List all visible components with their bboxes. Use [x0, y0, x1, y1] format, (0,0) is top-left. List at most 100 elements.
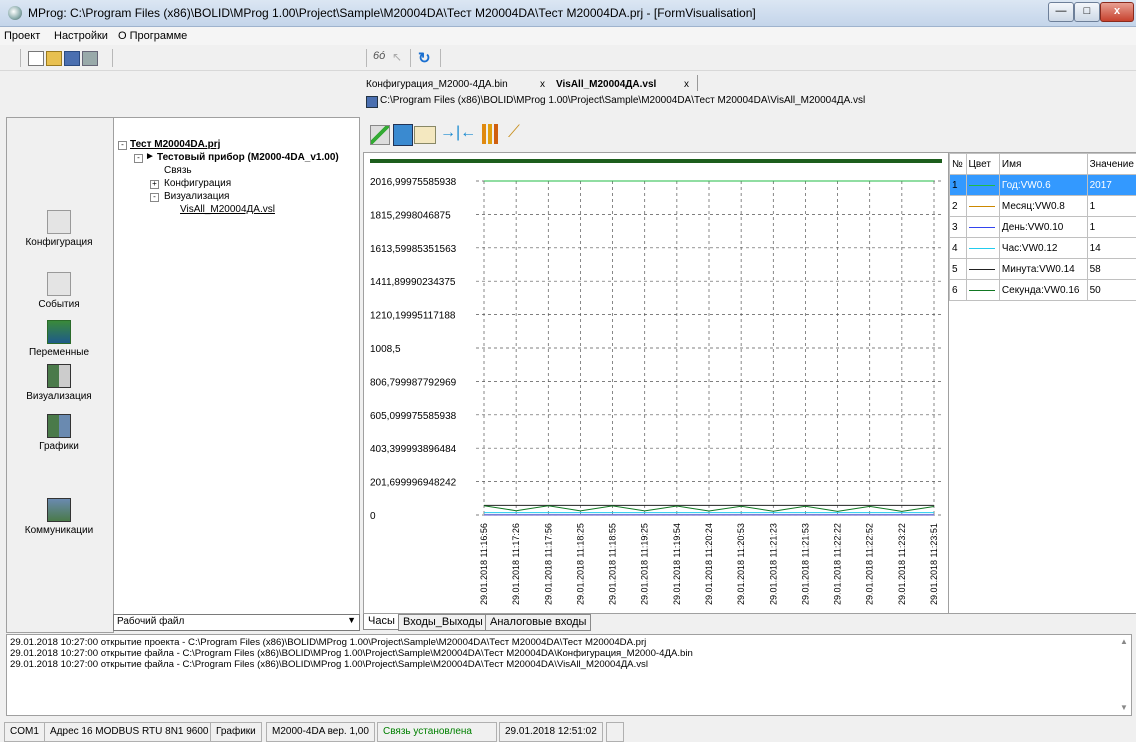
open-folder-icon[interactable]	[46, 51, 62, 66]
legend-body: 1 Год:VW0.6 2017 2 Месяц:VW0.8 1 3 День:VW0.10 1…	[949, 174, 1136, 301]
nav-communications[interactable]: Коммуникации	[6, 498, 112, 536]
menu-about[interactable]: О Программе	[118, 30, 187, 42]
legend-header: Цвет	[965, 153, 1000, 175]
log-line: 29.01.2018 10:27:00 открытие файла - C:\…	[10, 648, 693, 659]
legend-color-swatch	[965, 216, 1000, 238]
tree-expand-icon[interactable]: -	[150, 193, 159, 202]
nav-label: Конфигурация	[25, 237, 93, 248]
chart-panel: 2016,99975585938 1815,2998046875 1613,5998…	[363, 152, 950, 614]
broom-icon[interactable]: ⟋	[508, 122, 520, 142]
new-file-icon[interactable]	[28, 51, 44, 66]
tab-label: VisAll_M20004ДА.vsl	[556, 79, 657, 90]
legend-index: 5	[949, 258, 967, 280]
save-all-icon[interactable]	[82, 51, 98, 66]
y-tick-label: 806,799987792969	[370, 377, 457, 388]
y-tick-label: 1613,59985351563	[370, 244, 457, 255]
legend-value: 58	[1086, 258, 1136, 280]
tree-file[interactable]: VisAll_M20004ДА.vsl	[180, 204, 275, 215]
tab-configuration-bin[interactable]: Конфигурация_M2000-4ДА.bin	[366, 79, 508, 90]
nav-label: Визуализация	[26, 391, 92, 402]
scrollbar-down-icon[interactable]: ▼	[1120, 703, 1128, 712]
tree-node-configuration[interactable]: Конфигурация	[164, 178, 231, 189]
tree-root[interactable]: Тест M20004DA.prj	[130, 139, 220, 150]
x-tick-label: 29.01.2018 11:19:25	[640, 523, 650, 605]
y-tick-label: 1815,2998046875	[370, 210, 451, 221]
status-mode: Графики	[210, 722, 262, 742]
chart-settings-icon[interactable]	[370, 125, 390, 145]
tab-inputs-outputs[interactable]: Входы_Выходы	[398, 614, 488, 631]
legend-value: 1	[1086, 195, 1136, 217]
legend-header: Значение	[1086, 153, 1136, 175]
nav-events[interactable]: События	[6, 272, 112, 310]
tab-visall-vsl[interactable]: VisAll_M20004ДА.vsl	[556, 79, 656, 90]
tree-node-visualization[interactable]: Визуализация	[164, 191, 229, 202]
legend-value: 2017	[1086, 174, 1136, 196]
tree-node-link[interactable]: Связь	[164, 165, 192, 176]
file-icon	[366, 96, 378, 108]
tree-expand-icon[interactable]: -	[134, 154, 143, 163]
refresh-icon[interactable]: ↻	[418, 49, 431, 67]
nav-variables[interactable]: Переменные	[6, 320, 112, 358]
legend-row[interactable]: 1 Год:VW0.6 2017	[949, 174, 1136, 196]
window-title: MProg: C:\Program Files (x86)\BOLID\MPro…	[28, 6, 756, 20]
maximize-button[interactable]: □	[1074, 2, 1100, 22]
x-tick-label: 29.01.2018 11:18:25	[575, 523, 585, 605]
scrollbar-up-icon[interactable]: ▲	[1120, 637, 1128, 646]
nav-visualization[interactable]: Визуализация	[6, 364, 112, 402]
legend-value: 14	[1086, 237, 1136, 259]
legend-index: 6	[949, 279, 967, 301]
x-tick-label: 29.01.2018 11:18:55	[608, 523, 618, 605]
save-icon[interactable]	[64, 51, 80, 66]
legend-color-swatch	[965, 237, 1000, 259]
x-tick-label: 29.01.2018 11:17:56	[543, 523, 553, 605]
chevron-down-icon[interactable]: ▼	[347, 615, 356, 625]
legend-header: №	[949, 153, 967, 175]
menu-settings[interactable]: Настройки	[54, 30, 108, 42]
tab-clock[interactable]: Часы	[363, 614, 400, 630]
toolbar-separator	[112, 49, 113, 67]
legend-name: Минута:VW0.14	[998, 258, 1088, 280]
file-type-select[interactable]: Рабочий файл ▼	[113, 614, 360, 631]
chart[interactable]: 2016,99975585938 1815,2998046875 1613,5998…	[364, 153, 949, 613]
legend-name: День:VW0.10	[998, 216, 1088, 238]
book-icon[interactable]	[393, 124, 413, 146]
close-button[interactable]: x	[1100, 2, 1134, 22]
x-tick-label: 29.01.2018 11:21:53	[800, 523, 810, 605]
configuration-icon	[47, 210, 71, 234]
legend-value: 1	[1086, 216, 1136, 238]
legend-color-line	[968, 247, 995, 249]
nav-charts[interactable]: Графики	[6, 414, 112, 452]
tab-close-icon[interactable]: x	[540, 79, 545, 90]
x-tick-label: 29.01.2018 11:20:53	[736, 523, 746, 605]
legend-row[interactable]: 2 Месяц:VW0.8 1	[949, 195, 1136, 217]
legend-row[interactable]: 4 Час:VW0.12 14	[949, 237, 1136, 259]
legend-row[interactable]: 3 День:VW0.10 1	[949, 216, 1136, 238]
x-tick-label: 29.01.2018 11:23:51	[929, 523, 939, 605]
tree-device[interactable]: Тестовый прибор (M2000-4DA_v1.00)	[157, 152, 339, 163]
nav-configuration[interactable]: Конфигурация	[6, 210, 112, 248]
visualization-icon	[47, 364, 71, 388]
legend-color-swatch	[965, 279, 1000, 301]
cursor-icon[interactable]: ↖	[392, 50, 402, 64]
open-book-icon[interactable]	[414, 126, 436, 144]
status-connection: Связь установлена	[377, 722, 497, 742]
tree-expand-icon[interactable]: +	[150, 180, 159, 189]
tree-expand-icon[interactable]: -	[118, 141, 127, 150]
zoom-x-icon[interactable]: →|←	[440, 124, 476, 142]
tab-close-icon[interactable]: x	[684, 79, 689, 90]
nav-label: Переменные	[28, 347, 90, 358]
legend-index: 4	[949, 237, 967, 259]
legend-color-line	[968, 184, 995, 186]
glasses-icon[interactable]: 6ó	[373, 50, 385, 62]
menu-project[interactable]: Проект	[4, 30, 40, 42]
legend-row[interactable]: 5 Минута:VW0.14 58	[949, 258, 1136, 280]
events-icon	[47, 272, 71, 296]
tab-analog-inputs[interactable]: Аналоговые входы	[485, 614, 592, 631]
y-tick-label: 1210,19995117188	[370, 311, 456, 322]
bar-chart-icon[interactable]	[482, 124, 502, 144]
legend-index: 2	[949, 195, 967, 217]
minimize-button[interactable]: —	[1048, 2, 1074, 22]
legend-name: Год:VW0.6	[998, 174, 1088, 196]
legend-row[interactable]: 6 Секунда:VW0.16 50	[949, 279, 1136, 301]
legend-header: Имя	[998, 153, 1088, 175]
